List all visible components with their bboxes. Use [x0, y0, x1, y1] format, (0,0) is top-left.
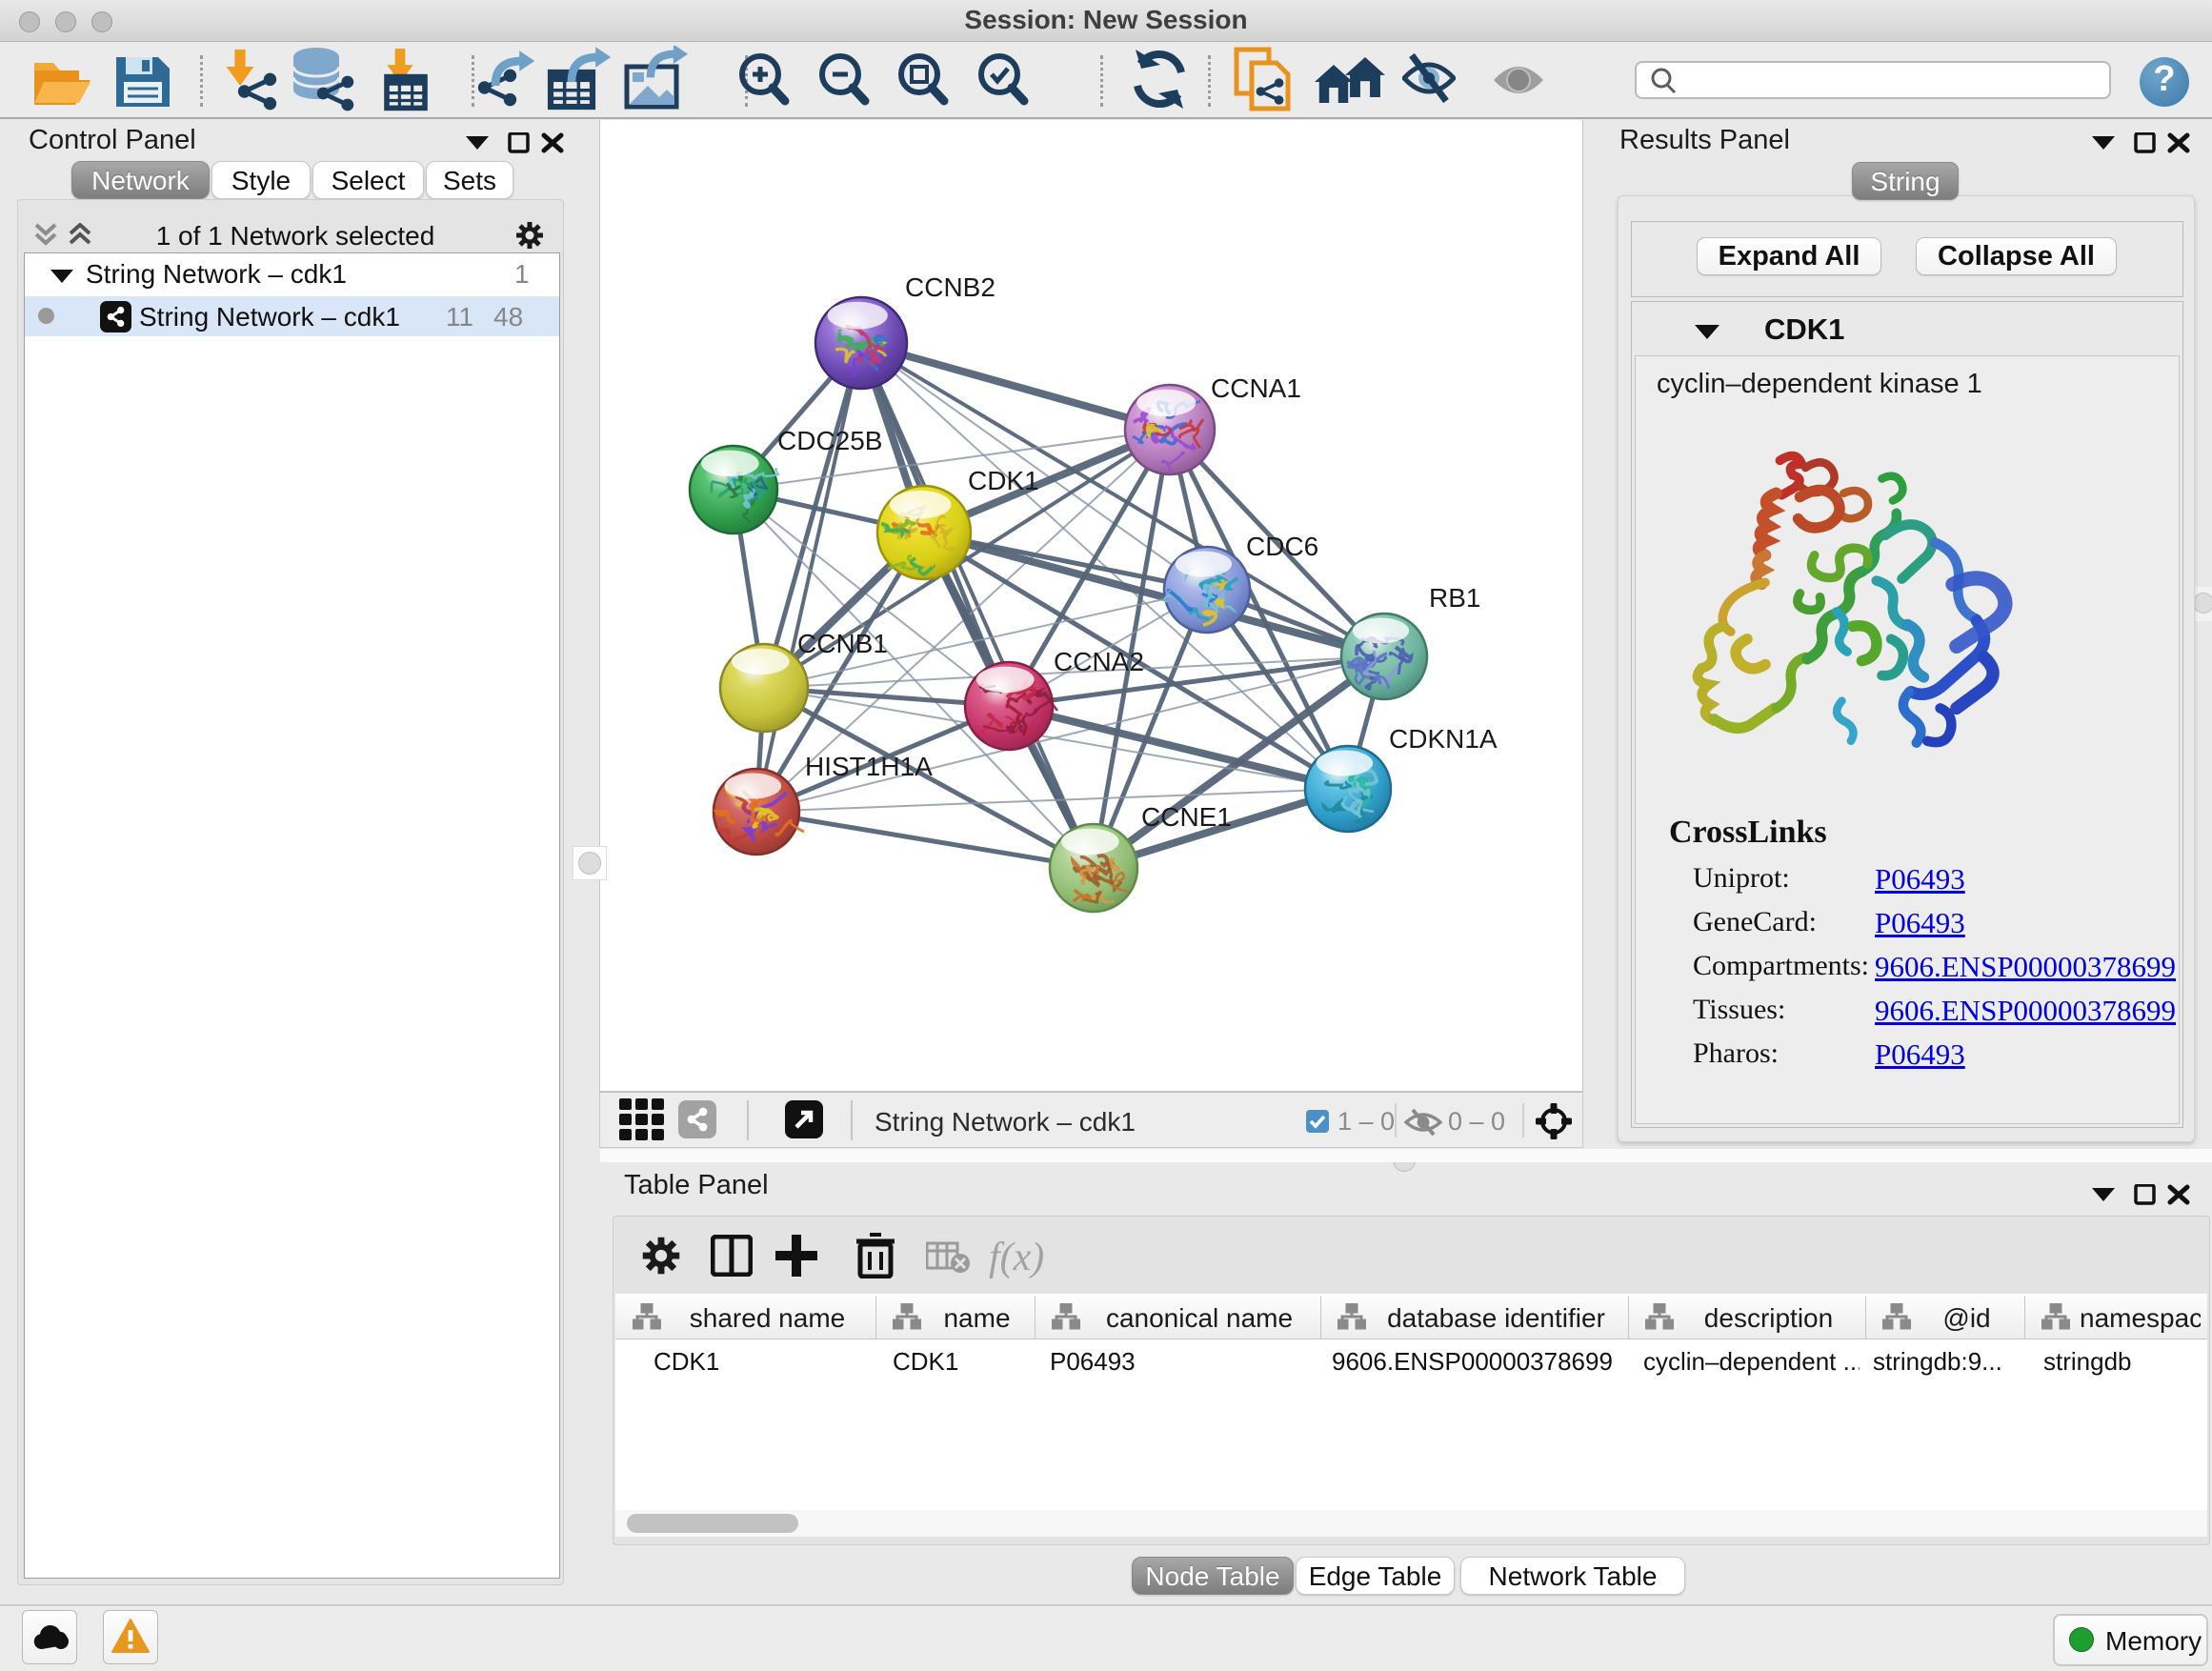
- svg-text:CDKN1A: CDKN1A: [1389, 724, 1498, 754]
- svg-text:CDC25B: CDC25B: [777, 426, 882, 455]
- svg-text:CCNB2: CCNB2: [905, 272, 995, 302]
- svg-text:CCNB1: CCNB1: [797, 629, 888, 658]
- svg-text:CCNE1: CCNE1: [1141, 802, 1232, 832]
- svg-text:HIST1H1A: HIST1H1A: [805, 752, 933, 781]
- svg-text:CCNA1: CCNA1: [1211, 373, 1301, 403]
- svg-text:CCNA2: CCNA2: [1054, 647, 1144, 676]
- svg-text:CDK1: CDK1: [968, 466, 1039, 495]
- svg-text:CDC6: CDC6: [1246, 532, 1318, 561]
- svg-text:RB1: RB1: [1429, 583, 1480, 613]
